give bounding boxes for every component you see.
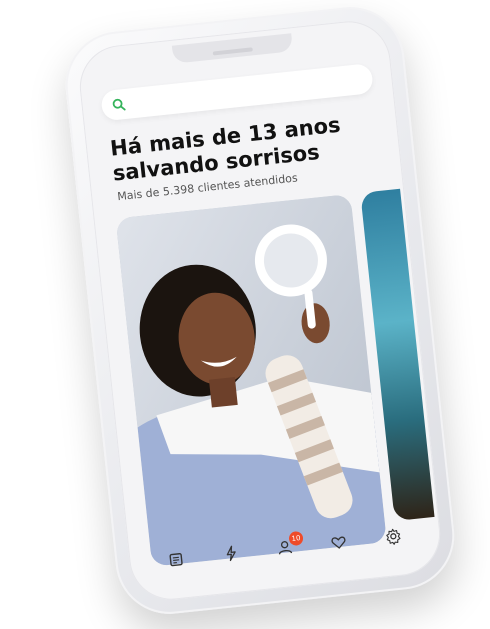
phone-speaker [212, 47, 253, 56]
photo-card-dental-patient[interactable] [115, 193, 387, 567]
tab-profile[interactable]: 10 [273, 530, 304, 560]
tab-activity[interactable] [219, 541, 243, 565]
phone-mockup: Há mais de 13 anos salvando sorrisos Mai… [60, 1, 460, 620]
phone-screen: Há mais de 13 anos salvando sorrisos Mai… [75, 17, 445, 604]
notification-badge: 10 [288, 530, 304, 547]
tab-favorites[interactable] [327, 530, 351, 554]
hero-headline: Há mais de 13 anos salvando sorrisos [109, 112, 342, 186]
lightning-icon [226, 545, 236, 562]
heart-icon [331, 536, 346, 549]
phone-notch [171, 33, 294, 64]
gear-icon [386, 528, 401, 545]
tab-documents[interactable] [165, 547, 189, 571]
search-icon [112, 98, 126, 111]
tab-settings[interactable] [381, 524, 405, 548]
scene: Há mais de 13 anos salvando sorrisos Mai… [0, 0, 490, 629]
document-icon [169, 553, 183, 567]
search-input[interactable] [132, 70, 374, 111]
patient-photo [115, 193, 387, 567]
